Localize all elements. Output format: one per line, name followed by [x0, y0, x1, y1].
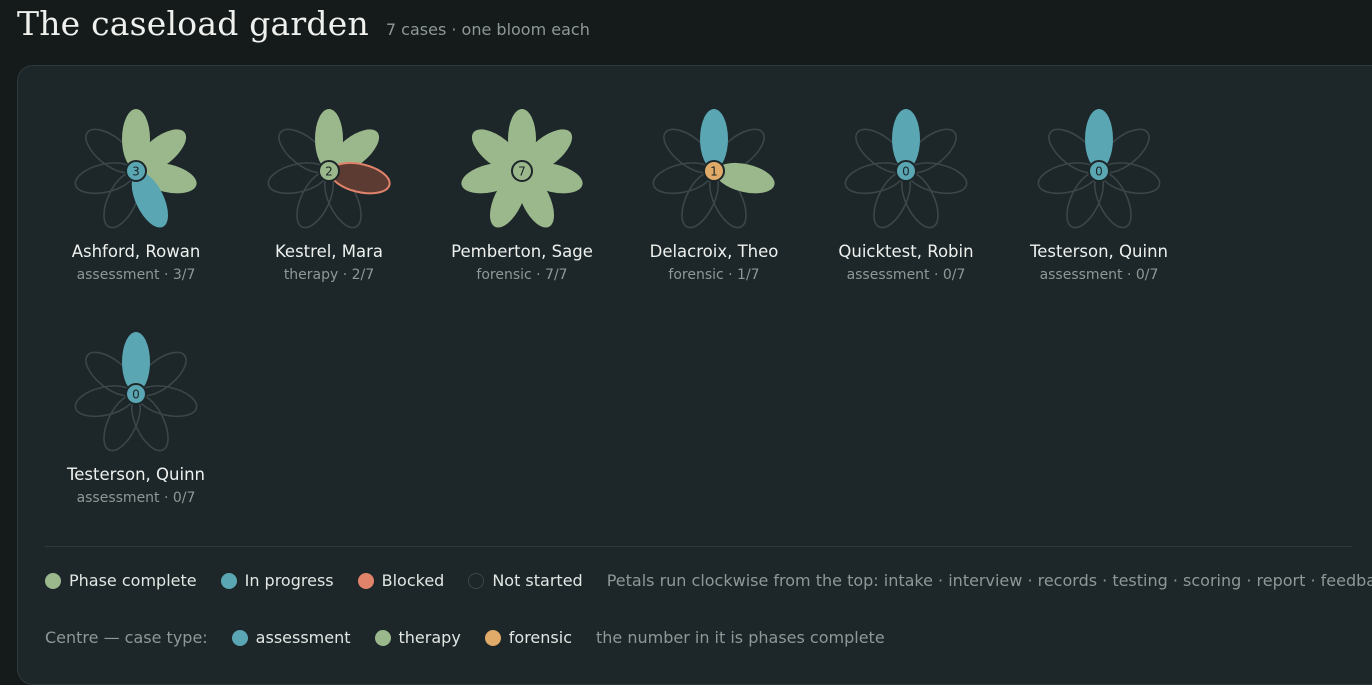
centre-number-note: the number in it is phases complete	[596, 628, 885, 647]
case-meta: forensic · 7/7	[476, 267, 568, 283]
case-card[interactable]: 3 Ashford, Rowan assessment · 3/7	[46, 96, 226, 283]
phases-complete-count: 0	[902, 165, 910, 179]
case-name: Testerson, Quinn	[66, 465, 205, 484]
case-name: Quicktest, Robin	[838, 242, 974, 261]
case-meta: forensic · 1/7	[668, 267, 760, 283]
therapy-swatch	[374, 629, 391, 646]
case-card[interactable]: 0 Testerson, Quinn assessment · 0/7	[1009, 96, 1189, 283]
case-card[interactable]: 7 Pemberton, Sage forensic · 7/7	[432, 96, 612, 283]
status-legend: Phase complete In progress Blocked Not s…	[45, 571, 1372, 590]
legend-item-assessment: assessment	[231, 628, 351, 647]
case-bloom: 0	[844, 109, 968, 229]
case-bloom: 2	[267, 109, 391, 229]
petal-order-note: Petals run clockwise from the top: intak…	[606, 571, 1372, 590]
case-meta: assessment · 0/7	[846, 267, 966, 283]
case-bloom: 1	[652, 109, 775, 229]
case-bloom: 0	[74, 332, 198, 452]
petal-none	[1099, 162, 1161, 195]
blocked-swatch	[357, 572, 374, 589]
petal-complete	[715, 162, 775, 194]
in-progress-swatch	[220, 572, 237, 589]
page-header: The caseload garden 7 cases · one bloom …	[17, 0, 590, 50]
case-bloom: 0	[1037, 109, 1161, 229]
case-card[interactable]: 2 Kestrel, Mara therapy · 2/7	[239, 96, 419, 283]
case-card[interactable]: 1 Delacroix, Theo forensic · 1/7	[624, 96, 804, 283]
case-name: Testerson, Quinn	[1029, 242, 1168, 261]
page-title: The caseload garden	[17, 4, 369, 43]
case-meta: assessment · 0/7	[1039, 267, 1159, 283]
case-meta: therapy · 2/7	[283, 267, 375, 283]
case-name: Kestrel, Mara	[274, 242, 384, 261]
case-name: Ashford, Rowan	[71, 242, 201, 261]
case-meta: assessment · 3/7	[76, 267, 196, 283]
phases-complete-count: 3	[132, 165, 140, 179]
case-card[interactable]: 0 Quicktest, Robin assessment · 0/7	[816, 96, 996, 283]
case-bloom: 7	[461, 109, 583, 228]
case-meta: assessment · 0/7	[76, 490, 196, 506]
phases-complete-count: 0	[1095, 165, 1103, 179]
phases-complete-count: 7	[518, 165, 526, 179]
case-bloom: 3	[74, 109, 197, 229]
petal-none	[906, 162, 968, 195]
type-legend-prefix: Centre — case type:	[45, 628, 208, 647]
page-subtitle: 7 cases · one bloom each	[385, 20, 590, 39]
forensic-swatch	[484, 629, 501, 646]
case-card[interactable]: 0 Testerson, Quinn assessment · 0/7	[46, 319, 226, 506]
legend-item-therapy: therapy	[374, 628, 461, 647]
phase-complete-swatch	[45, 572, 61, 589]
legend-item-in-progress: In progress	[220, 571, 334, 590]
case-name: Delacroix, Theo	[649, 242, 779, 261]
legend-item-blocked: Blocked	[357, 571, 444, 590]
phases-complete-count: 1	[710, 165, 718, 179]
garden-panel: 3 Ashford, Rowan assessment · 3/7 2 Kestrel,…	[17, 65, 1372, 685]
type-legend: Centre — case type: assessment therapy f…	[45, 628, 885, 647]
phases-complete-count: 2	[325, 165, 333, 179]
legend-item-forensic: forensic	[484, 628, 572, 647]
legend-divider	[45, 546, 1352, 547]
petal-none	[136, 385, 198, 418]
case-name: Pemberton, Sage	[451, 242, 593, 261]
not-started-swatch	[468, 572, 485, 589]
assessment-swatch	[231, 629, 248, 646]
legend-item-not-started: Not started	[468, 571, 583, 590]
legend-item-complete: Phase complete	[45, 571, 197, 590]
phases-complete-count: 0	[132, 388, 140, 402]
